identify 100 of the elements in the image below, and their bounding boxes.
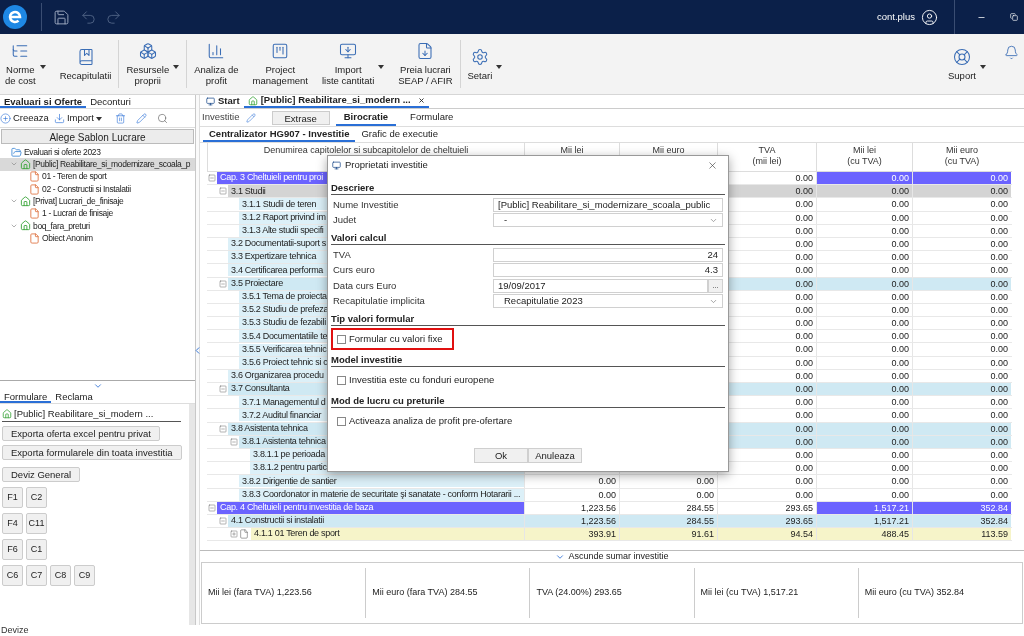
- tree-item[interactable]: [Privat] Lucrari_de_finisaje: [0, 195, 195, 208]
- ribbon-button[interactable]: Resursele proprii: [122, 38, 184, 90]
- value-cell: 488.45: [817, 528, 912, 541]
- ribbon-button[interactable]: Suport: [944, 38, 990, 90]
- summary-value: Mii lei (cu TVA) 1,517.21: [700, 586, 799, 600]
- number-field[interactable]: 24: [493, 247, 723, 262]
- pencil-icon[interactable]: [245, 112, 256, 123]
- toolbar-button[interactable]: Import: [53, 110, 102, 126]
- collapse-icon[interactable]: [219, 516, 227, 525]
- file-download-icon: [416, 42, 435, 60]
- extract-button[interactable]: Extrase: [271, 110, 330, 125]
- row-name: 3.8.2 Dirigentie de santier: [239, 475, 524, 488]
- house-icon: [20, 195, 31, 207]
- template-button[interactable]: Alege Sablon Lucrare: [1, 129, 194, 144]
- collapse-icon[interactable]: [208, 174, 216, 183]
- form-button[interactable]: C6: [2, 565, 23, 587]
- summary-value: Mii euro (cu TVA) 352.84: [864, 586, 965, 600]
- collapse-icon[interactable]: [230, 437, 238, 446]
- ribbon-button[interactable]: Import liste cantitati: [318, 38, 389, 90]
- lifebuoy-icon: [953, 47, 971, 66]
- date-field[interactable]: 19/09/2017: [493, 278, 708, 293]
- dialog-button[interactable]: Anuleaza: [528, 448, 582, 463]
- dialog-button[interactable]: Ok: [474, 448, 528, 463]
- dropdown-field[interactable]: Recapitulatie 2023: [493, 294, 723, 309]
- tree-item[interactable]: Obiect Anonim: [0, 232, 195, 245]
- general-button[interactable]: Deviz General: [2, 467, 81, 483]
- app-icon: [206, 97, 215, 106]
- account-name[interactable]: cont.plus: [876, 9, 915, 25]
- value-cell: 94.54: [718, 528, 816, 541]
- ribbon-button[interactable]: Setari: [463, 38, 507, 90]
- tree-item[interactable]: 1 - Lucrari de finisaje: [0, 207, 195, 220]
- summary-value: Mii lei (fara TVA) 1,223.56: [208, 586, 312, 600]
- export-button[interactable]: Exporta oferta excel pentru privat: [2, 426, 160, 442]
- collapse-icon[interactable]: [219, 385, 227, 394]
- export-button[interactable]: Exporta formularele din toata investitia: [2, 445, 182, 461]
- trash-icon[interactable]: [114, 112, 126, 124]
- document-tab[interactable]: Start: [202, 95, 244, 108]
- form-button[interactable]: F4: [2, 513, 23, 535]
- investment-label: Investitie: [202, 110, 240, 125]
- form-button[interactable]: C8: [50, 565, 71, 587]
- checkbox[interactable]: [337, 416, 346, 426]
- download-icon: [53, 112, 65, 124]
- collapse-icon[interactable]: [219, 187, 227, 196]
- redo-icon[interactable]: [105, 8, 122, 26]
- form-button[interactable]: F6: [2, 539, 23, 561]
- panel-tab[interactable]: Deconturi: [86, 95, 135, 108]
- checkbox[interactable]: [337, 334, 346, 344]
- value-cell: 113.59: [913, 528, 1011, 541]
- tree-item[interactable]: [Public] Reabilitare_si_modern ...: [2, 407, 181, 423]
- document-tab[interactable]: [Public] Reabilitare_si_modern ...: [243, 95, 429, 108]
- ribbon-button[interactable]: Preia lucrari SEAP / AFIR: [394, 38, 457, 90]
- panel-tab[interactable]: Reclama: [51, 390, 97, 403]
- settings-icon: [470, 47, 489, 66]
- file-icon: [29, 183, 40, 195]
- tree-item[interactable]: boq_fara_preturi: [0, 219, 195, 233]
- caret-icon: [173, 65, 180, 69]
- collapse-icon[interactable]: [208, 503, 216, 512]
- panel-tab[interactable]: Formulare: [0, 390, 52, 403]
- section-tab[interactable]: Formulare: [402, 109, 462, 126]
- collapse-panel-icon[interactable]: [92, 381, 103, 391]
- number-field[interactable]: 4.3: [493, 263, 723, 278]
- monitor-download-icon: [339, 42, 358, 60]
- collapse-icon[interactable]: [219, 424, 227, 433]
- form-button[interactable]: C7: [26, 565, 47, 587]
- summary-value: TVA (24.00%) 293.65: [536, 586, 622, 600]
- ribbon-button[interactable]: Norme de cost: [1, 38, 50, 90]
- form-button[interactable]: C9: [74, 565, 95, 587]
- restore-icon[interactable]: [1010, 13, 1018, 21]
- value-cell: 0.00: [913, 383, 1011, 396]
- text-field[interactable]: [Public] Reabilitare_si_modernizare_scoala_public: [493, 197, 723, 212]
- ribbon-button[interactable]: Project management: [248, 38, 312, 90]
- tree-item[interactable]: 02 - Constructii si Instalatii: [0, 182, 195, 196]
- caret-icon: [95, 116, 102, 121]
- search-icon[interactable]: [156, 112, 168, 124]
- summary-toggle[interactable]: Ascunde sumar investitie: [555, 549, 669, 564]
- form-button[interactable]: C1: [26, 539, 47, 561]
- save-icon[interactable]: [53, 8, 70, 26]
- panel-tab[interactable]: Evaluari si Oferte: [0, 95, 87, 108]
- user-icon[interactable]: [921, 8, 938, 26]
- tree-item[interactable]: [Public] Reabilitare_si_modernizare_scoala_p: [0, 158, 195, 171]
- sheet-tab[interactable]: Grafic de executie: [355, 127, 444, 142]
- toolbar-button[interactable]: Creeaza: [0, 110, 49, 126]
- sheet-tab[interactable]: Centralizator HG907 - Investitie: [203, 127, 356, 142]
- form-button[interactable]: F1: [2, 487, 23, 509]
- pencil-icon[interactable]: [135, 112, 147, 124]
- tree-item[interactable]: Evaluari si oferte 2023: [0, 146, 195, 159]
- collapse-icon[interactable]: [219, 279, 227, 288]
- section-tab[interactable]: Birocratie: [335, 109, 397, 126]
- undo-icon[interactable]: [80, 8, 97, 26]
- tree-item[interactable]: 01 - Teren de sport: [0, 170, 195, 183]
- checkbox[interactable]: [337, 375, 346, 385]
- form-button[interactable]: C2: [26, 487, 47, 509]
- dropdown-field[interactable]: -: [493, 213, 723, 228]
- list-tree-icon: [11, 42, 30, 60]
- expand-icon[interactable]: [230, 530, 238, 539]
- ribbon-button[interactable]: Recapitulatii: [55, 38, 116, 90]
- notification-icon[interactable]: [1004, 44, 1019, 60]
- ribbon-button[interactable]: Analiza de profit: [190, 38, 243, 90]
- close-icon[interactable]: [417, 97, 425, 104]
- form-button[interactable]: C11: [26, 513, 47, 535]
